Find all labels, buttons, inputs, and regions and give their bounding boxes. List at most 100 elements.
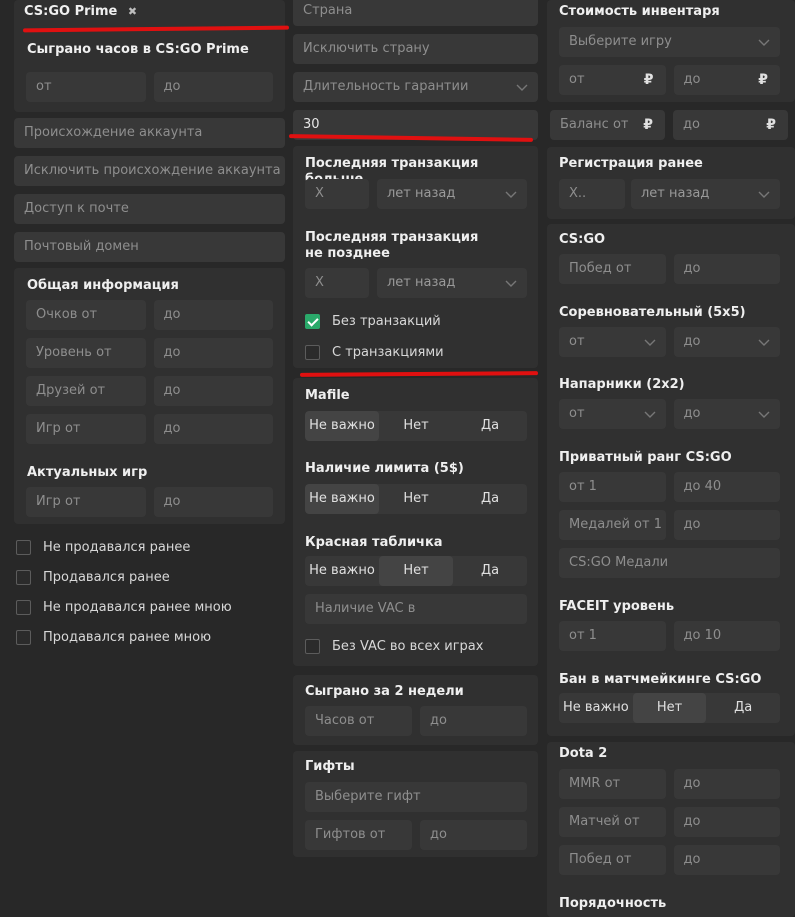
gift-select[interactable]: Выберите гифт [305,782,527,812]
mmr-to-input[interactable]: до [673,769,780,799]
select-label: Выберите игру [569,34,672,49]
option-no[interactable]: Нет [379,556,453,586]
csgo-prime-tag[interactable]: CS:GO Prime ✖ [24,4,137,19]
option-yes[interactable]: Да [453,556,527,586]
with-transactions-checkbox[interactable]: С транзакциями [305,342,444,362]
hours-from-input[interactable]: от [26,72,146,102]
registration-card: Регистрация ранее X.. лет назад [547,147,795,219]
last-tx-not-later-unit-select[interactable]: лет назад [377,268,527,298]
points-from-input[interactable]: Очков от [26,300,146,330]
wingman-to-select[interactable]: до [673,399,780,429]
option-no[interactable]: Нет [379,484,453,514]
competitive-to-select[interactable]: до [673,327,780,357]
not-sold-by-me-checkbox[interactable]: Не продавался ранее мною [16,597,285,617]
sold-before-checkbox[interactable]: Продавался ранее [16,567,285,587]
level-from-input[interactable]: Уровень от [26,338,146,368]
not-sold-before-checkbox[interactable]: Не продавался ранее [16,537,285,557]
csgo-medals-select[interactable]: CS:GO Медали [559,548,780,578]
inventory-title: Стоимость инвентаря [559,4,720,19]
games-from-input[interactable]: Игр от [26,414,146,444]
option-yes[interactable]: Да [453,411,527,441]
checkbox-checked[interactable] [305,313,320,329]
chevron-down-icon [644,411,655,418]
dota-wins-to-input[interactable]: до [673,845,780,875]
inventory-game-select[interactable]: Выберите игру [559,27,780,57]
dota-card: Dota 2 MMR от до Матчей от до Побед от д… [547,742,795,917]
level-to-input[interactable]: до [153,338,273,368]
points-to-input[interactable]: до [153,300,273,330]
medals-to-input[interactable]: до [673,510,780,540]
warranty-select[interactable]: Длительность гарантии [293,72,538,102]
checkbox-box[interactable] [16,629,31,645]
last-tx-not-later-x-input[interactable]: X [305,268,369,298]
matches-from-input[interactable]: Матчей от [559,807,666,837]
medals-from-input[interactable]: Медалей от 1 [559,510,666,540]
gifts-to-input[interactable]: до [420,820,527,850]
checkbox-box[interactable] [16,569,31,585]
friends-to-input[interactable]: до [153,376,273,406]
chevron-down-icon [758,191,770,198]
option-yes[interactable]: Да [706,693,780,723]
last-tx-more-x-input[interactable]: X [305,179,369,209]
actual-games-to-input[interactable]: до [153,487,273,517]
inventory-to-input[interactable]: до ₽ [673,65,780,95]
balance-from-input[interactable]: Баланс от ₽ [550,110,665,140]
dota-wins-from-input[interactable]: Побед от [559,845,666,875]
option-any[interactable]: Не важно [305,484,379,514]
checkbox-label: Не продавался ранее мною [43,599,232,615]
exclude-country-select[interactable]: Исключить страну [293,34,538,64]
sold-by-me-checkbox[interactable]: Продавался ранее мною [16,627,285,647]
two-weeks-to-input[interactable]: до [420,706,527,736]
mmr-from-input[interactable]: MMR от [559,769,666,799]
option-no[interactable]: Нет [379,411,453,441]
faceit-from-input[interactable]: от 1 [559,621,666,651]
option-any[interactable]: Не важно [305,411,379,441]
actual-games-from-input[interactable]: Игр от [26,487,146,517]
gifts-from-input[interactable]: Гифтов от [305,820,412,850]
rank-to-input[interactable]: до 40 [673,472,780,502]
two-weeks-from-input[interactable]: Часов от [305,706,412,736]
option-any[interactable]: Не важно [559,693,633,723]
no-transactions-checkbox[interactable]: Без транзакций [305,311,441,331]
registration-unit-select[interactable]: лет назад [631,179,780,209]
red-plate-title: Красная табличка [305,535,443,550]
account-origin-select[interactable]: Происхождение аккаунта [14,118,285,148]
option-no[interactable]: Нет [632,693,707,723]
mail-access-select[interactable]: Доступ к почте [14,194,285,224]
checkbox-box[interactable] [16,599,31,615]
mafile-toggle[interactable]: Не важно Нет Да [305,411,527,441]
balance-to-input[interactable]: до ₽ [673,110,788,140]
country-select[interactable]: Страна [293,0,538,26]
registration-x-input[interactable]: X.. [559,179,625,209]
warranty-label: Длительность гарантии [303,79,469,94]
inventory-from-input[interactable]: от ₽ [559,65,666,95]
wins-to-input[interactable]: до [673,254,780,284]
checkbox-box[interactable] [16,539,31,555]
checkbox-box[interactable] [305,344,320,360]
games-to-input[interactable]: до [153,414,273,444]
exclude-origin-select[interactable]: Исключить происхождение аккаунта [14,156,285,186]
red-plate-toggle[interactable]: Не важно Нет Да [305,556,527,586]
wins-from-input[interactable]: Побед от [559,254,666,284]
checkbox-label: С транзакциями [332,344,444,360]
rank-from-input[interactable]: от 1 [559,472,666,502]
wingman-from-select[interactable]: от [559,399,666,429]
vac-select[interactable]: Наличие VAC в [305,594,527,624]
option-yes[interactable]: Да [453,484,527,514]
dota-title: Dota 2 [559,746,608,761]
checkbox-box[interactable] [305,638,320,654]
gifts-title: Гифты [305,759,355,774]
checkbox-label: Без VAC во всех играх [332,638,484,654]
close-icon[interactable]: ✖ [128,5,137,18]
mail-domain-input[interactable]: Почтовый домен [14,232,285,262]
matches-to-input[interactable]: до [673,807,780,837]
limit-toggle[interactable]: Не важно Нет Да [305,484,527,514]
hours-to-input[interactable]: до [153,72,273,102]
faceit-to-input[interactable]: до 10 [673,621,780,651]
mm-ban-toggle[interactable]: Не важно Нет Да [559,693,780,723]
no-vac-checkbox[interactable]: Без VAC во всех играх [305,636,483,656]
option-any[interactable]: Не важно [305,556,379,586]
friends-from-input[interactable]: Друзей от [26,376,146,406]
last-tx-more-unit-select[interactable]: лет назад [377,179,527,209]
competitive-from-select[interactable]: от [559,327,666,357]
